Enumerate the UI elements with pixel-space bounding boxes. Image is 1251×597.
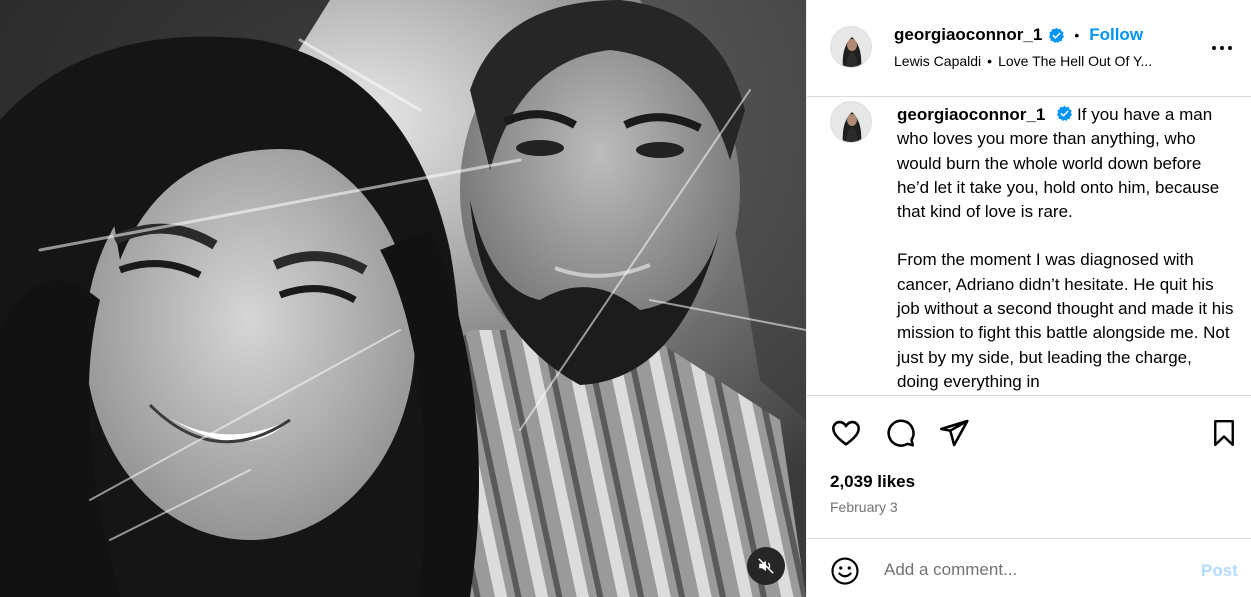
more-options-icon [1212, 46, 1216, 50]
caption-author-avatar[interactable] [830, 101, 872, 143]
audio-info[interactable]: Lewis Capaldi • Love The Hell Out Of Y..… [894, 53, 1152, 69]
like-button[interactable] [829, 416, 863, 450]
author-username[interactable]: georgiaoconnor_1 [894, 25, 1042, 45]
audio-separator: • [987, 53, 993, 69]
separator-dot: • [1074, 27, 1080, 43]
likes-count[interactable]: 2,039 likes [830, 472, 915, 492]
comment-bar: Post [807, 538, 1251, 597]
share-button[interactable] [937, 416, 971, 450]
more-options-dot [1228, 46, 1232, 50]
comment-input[interactable] [884, 555, 1184, 585]
verified-badge-icon [1057, 105, 1073, 122]
mute-toggle-button[interactable] [747, 547, 785, 585]
action-bar [807, 395, 1251, 465]
paper-plane-icon [940, 419, 969, 447]
post-comment-button[interactable]: Post [1201, 561, 1238, 581]
audio-track: Love The Hell Out Of Y... [998, 53, 1153, 69]
post-date[interactable]: February 3 [830, 499, 898, 515]
more-options-dot [1220, 46, 1224, 50]
save-button[interactable] [1207, 416, 1241, 450]
caption-username[interactable]: georgiaoconnor_1 [897, 105, 1045, 124]
bookmark-icon [1214, 419, 1234, 447]
post-media[interactable] [0, 0, 806, 597]
caption-paragraph-1: georgiaoconnor_1 If you have a man who l… [897, 103, 1237, 224]
verified-badge-icon [1049, 27, 1065, 43]
author-avatar[interactable] [830, 26, 872, 68]
post-details-panel: georgiaoconnor_1 • Follow Lewis Capaldi … [806, 0, 1251, 597]
audio-artist: Lewis Capaldi [894, 53, 982, 69]
follow-button[interactable]: Follow [1089, 25, 1143, 45]
heart-icon [832, 420, 860, 446]
post-header: georgiaoconnor_1 • Follow Lewis Capaldi … [807, 0, 1251, 97]
post-caption: georgiaoconnor_1 If you have a man who l… [897, 103, 1237, 395]
speaker-muted-icon [758, 558, 774, 574]
comment-button[interactable] [883, 416, 917, 450]
comment-bubble-icon [887, 419, 915, 447]
post-photo [0, 0, 806, 597]
caption-section: georgiaoconnor_1 If you have a man who l… [807, 97, 1251, 395]
more-options-button[interactable] [1208, 36, 1236, 60]
caption-paragraph-2: From the moment I was diagnosed with can… [897, 250, 1234, 391]
smiley-icon[interactable] [830, 556, 860, 586]
